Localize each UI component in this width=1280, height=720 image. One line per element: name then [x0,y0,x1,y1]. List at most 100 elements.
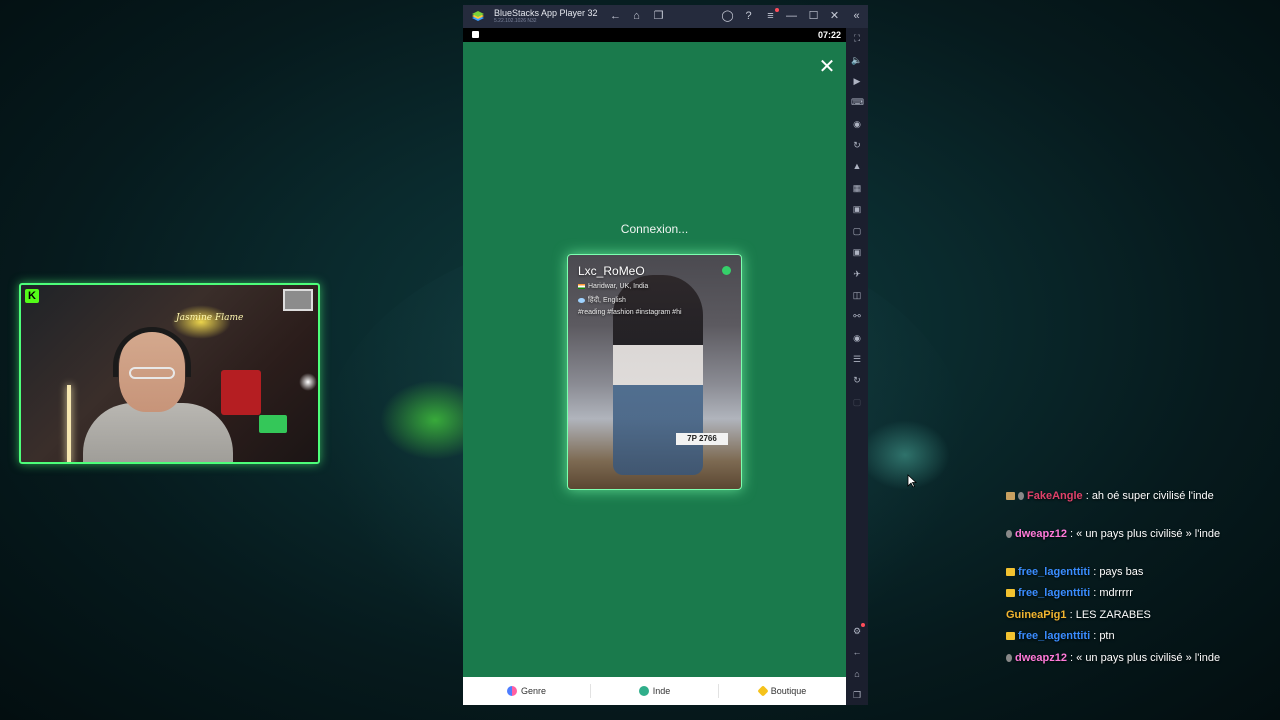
screenshot-icon[interactable]: ▣ [851,203,863,215]
window-title: BlueStacks App Player 32 [494,8,598,18]
chat-message: FakeAngle : ah oé super civilisé l'inde [1006,488,1226,504]
macro-icon[interactable]: ▦ [851,182,863,194]
airplane-icon[interactable]: ✈ [851,268,863,280]
android-recents-icon[interactable]: ❐ [851,689,863,701]
home-icon[interactable]: ⌂ [630,10,643,23]
profile-name: Lxc_RoMeO [578,264,645,278]
sync-icon[interactable]: ↻ [851,374,863,386]
chat-text: ptn [1099,630,1115,642]
chat-text: pays bas [1099,566,1144,578]
location-icon[interactable]: ◉ [851,332,863,344]
chat-badge-gem-icon [1006,654,1012,662]
menu-icon[interactable]: ≡ [764,10,777,23]
streamer-body [83,403,233,462]
bluestacks-sidebar: ⛶ 🔈 ▶ ⌨ ◉ ↻ ▲ ▦ ▣ ▢ ▣ ✈ ◫ ⚯ ◉ ☰ ↻ ▢ ⚙ ← … [846,28,868,705]
nav-genre[interactable]: Genre [463,677,590,705]
lamp-light [299,373,317,391]
close-window-icon[interactable]: ✕ [828,10,841,23]
glasses [129,367,175,379]
chat-badge-gem-icon [1006,530,1012,538]
capture-icon[interactable]: ▢ [851,225,863,237]
gamepad-icon[interactable]: ▲ [851,160,863,172]
apk-icon[interactable]: ◫ [851,289,863,301]
chat-message: GuineaPig1 : LES ZARABES [1006,609,1151,621]
fullscreen-icon[interactable]: ⛶ [851,32,863,44]
chat-text: LES ZARABES [1075,609,1151,621]
settings-notification-dot [861,623,865,627]
chat-message: dweapz12 : « un pays plus civilisé » l'i… [1006,650,1226,666]
volume-icon[interactable]: 🔈 [851,54,863,66]
profile-photo [613,275,703,475]
replay-icon[interactable]: ↻ [851,139,863,151]
minimize-icon[interactable]: — [785,10,798,23]
status-time: 07:22 [817,30,841,40]
diamond-icon [757,685,769,697]
eco-icon[interactable]: ⚯ [851,310,863,322]
green-device [259,415,287,433]
media-icon[interactable]: ▶ [851,75,863,87]
collapse-sidebar-icon[interactable]: « [850,10,863,23]
chat-badge-crown-icon [1006,568,1015,576]
wall-picture [283,289,313,311]
layers-icon[interactable]: ☰ [851,353,863,365]
chat-badge-box-icon [1006,492,1015,500]
chat-message: free_lagenttiti : pays bas [1006,564,1226,580]
nav-inde[interactable]: Inde [591,677,718,705]
webcam-overlay: Jasmine Flame K [19,283,320,464]
gender-icon [506,686,517,696]
profile-card[interactable]: 7P 2766 Lxc_RoMeO Haridwar, UK, India हि… [567,254,742,490]
background-teal-glow [860,420,950,490]
car-plate: 7P 2766 [676,433,728,445]
account-icon[interactable]: ◯ [721,10,734,23]
window-version: 5.22.102.1026 N32 [494,18,537,24]
profile-location-text: Haridwar, UK, India [588,283,649,290]
android-status-bar: 07:22 [463,28,846,42]
android-home-icon[interactable]: ⌂ [851,668,863,680]
chat-username[interactable]: free_lagenttiti [1018,587,1090,599]
close-icon[interactable]: ✕ [818,57,836,77]
chat-username[interactable]: free_lagenttiti [1018,630,1090,642]
chat-username[interactable]: free_lagenttiti [1018,566,1090,578]
notification-dot [775,8,779,12]
chat-text: « un pays plus civilisé » l'inde [1076,652,1221,664]
chat-username[interactable]: FakeAngle [1027,490,1083,502]
connection-status: Connexion... [620,222,689,236]
chat-message: free_lagenttiti : ptn [1006,628,1226,644]
profile-location: Haridwar, UK, India [578,283,648,290]
keyboard-icon[interactable]: ⌨ [851,96,864,108]
chat-username[interactable]: dweapz12 [1015,652,1067,664]
chat-username[interactable]: dweapz12 [1015,528,1067,540]
multi-window-icon[interactable]: ❐ [652,10,665,23]
app-screen: ✕ Connexion... 7P 2766 Lxc_RoMeO Haridwa… [463,42,846,705]
light-strip [67,385,71,462]
nav-boutique[interactable]: Boutique [719,677,846,705]
chat-message: dweapz12 : « un pays plus civilisé » l'i… [1006,526,1226,542]
india-flag-icon [578,283,585,289]
bluestacks-window: BlueStacks App Player 32 5.22.102.1026 N… [463,5,868,705]
help-icon[interactable]: ? [742,10,755,23]
nav-inde-label: Inde [652,686,671,696]
profile-languages-text: हिंदी, English [588,297,626,304]
nav-genre-label: Genre [520,686,546,696]
chat-username[interactable]: GuineaPig1 [1006,609,1067,621]
disabled-icon: ▢ [852,397,862,407]
back-arrow-icon[interactable]: ← [609,10,622,23]
red-furniture [221,370,261,415]
record-icon[interactable]: ◉ [851,118,863,130]
mouse-cursor-icon [907,474,917,488]
chat-text: ah oé super civilisé l'inde [1091,490,1214,502]
platform-logo-icon: K [25,289,39,303]
bluestacks-logo-icon [472,11,484,21]
online-status-icon [722,266,731,275]
maximize-icon[interactable]: ☐ [807,10,820,23]
gallery-icon[interactable]: ▣ [851,246,863,258]
globe-icon [638,686,649,696]
profile-tags: #reading #fashion #instagram #hi [578,309,682,316]
android-back-icon[interactable]: ← [851,646,863,658]
bottom-nav: Genre Inde Boutique [463,677,846,705]
chat-badge-crown-icon [1006,632,1015,640]
nav-boutique-label: Boutique [770,686,807,696]
chat-badge-crown-icon [1006,589,1015,597]
chat-text: mdrrrrr [1099,587,1133,599]
profile-languages: हिंदी, English [578,296,626,305]
